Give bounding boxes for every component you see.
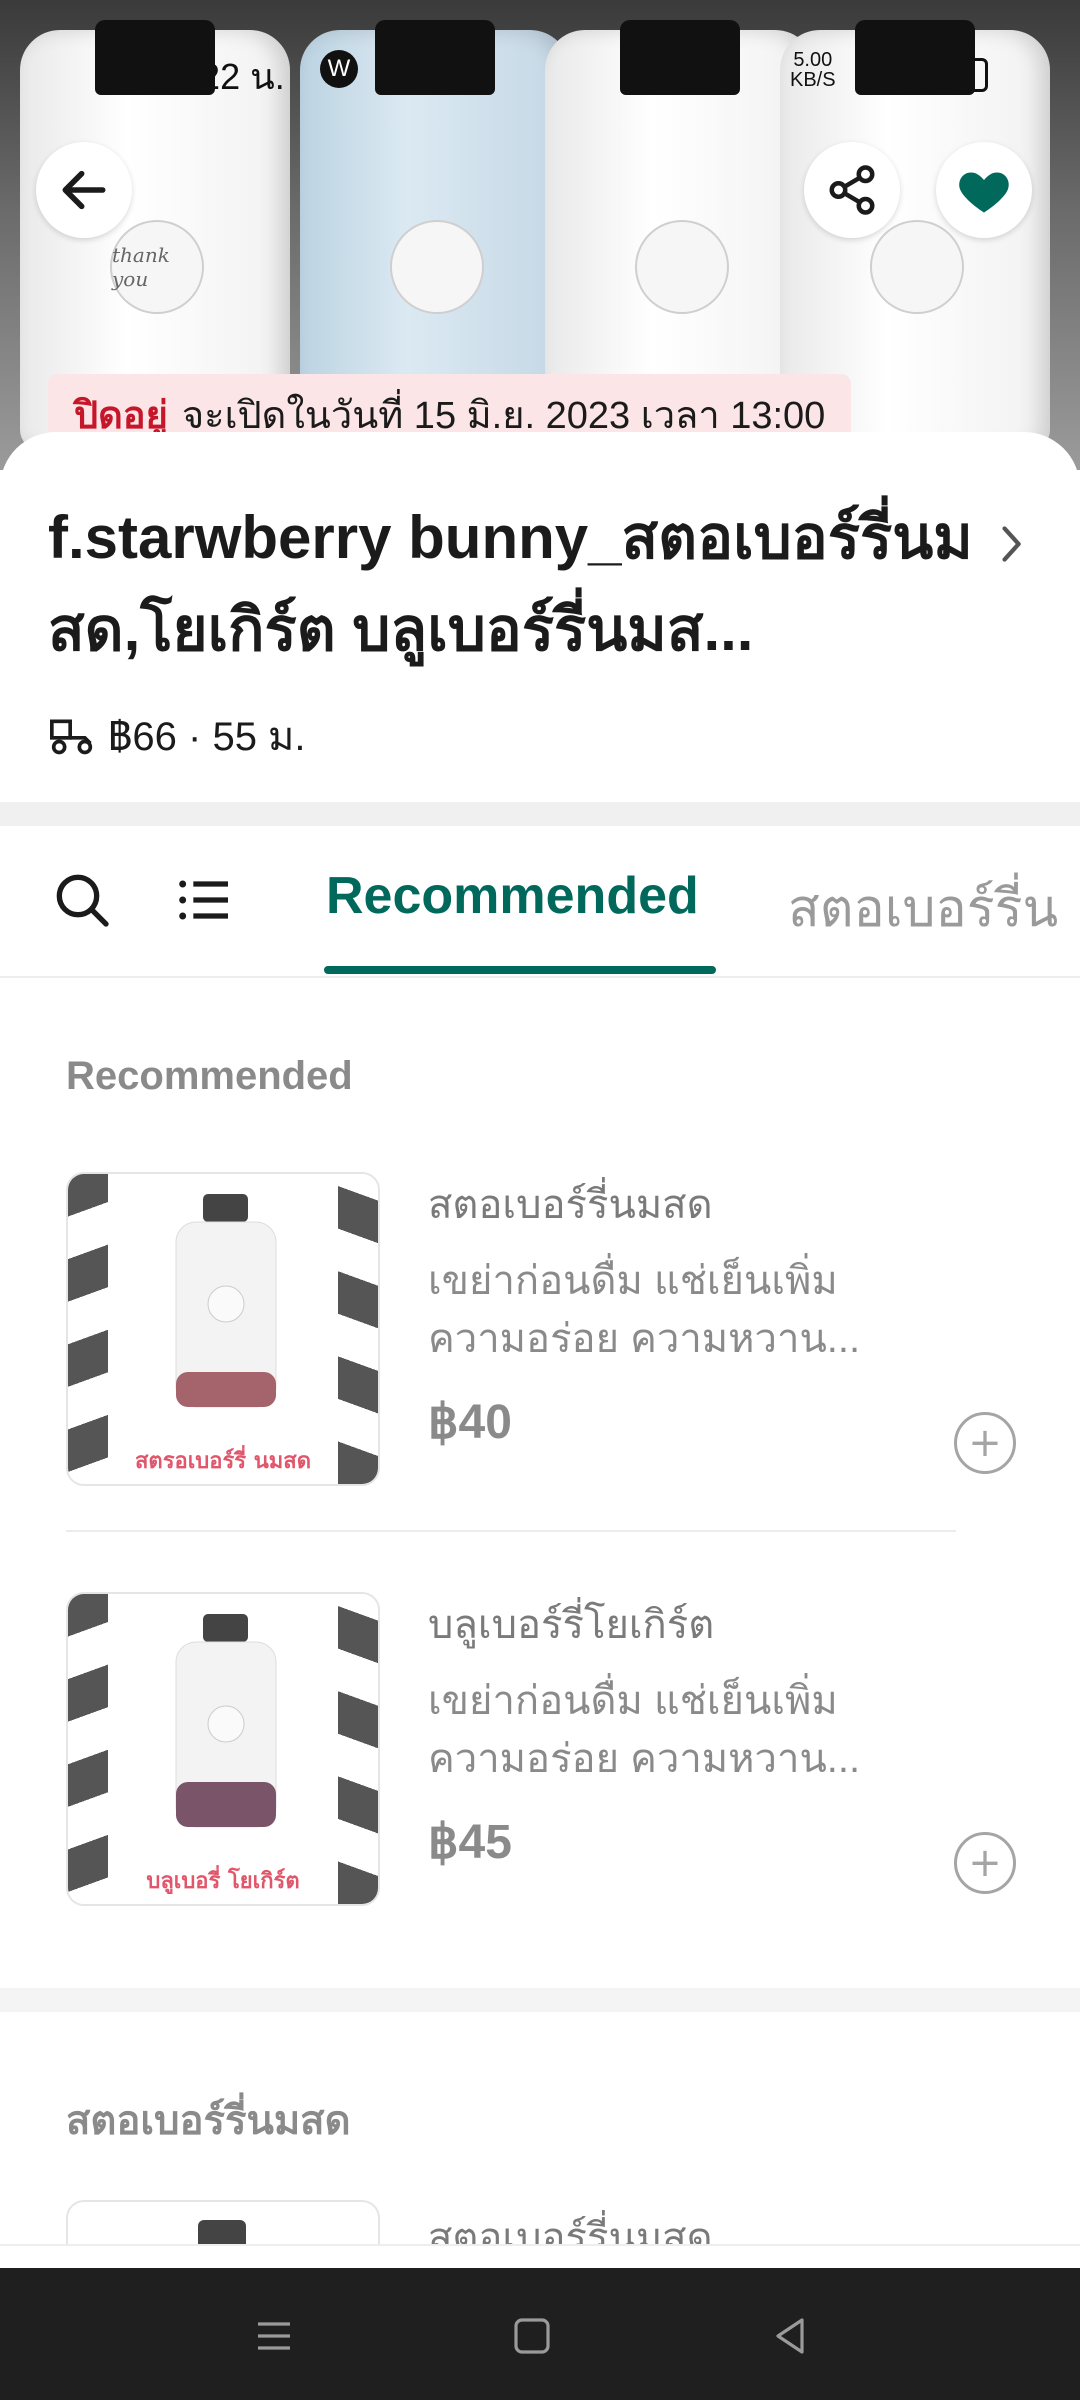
- item-image: บลูเบอรี่ โยเกิร์ต: [66, 1592, 380, 1906]
- tab-recommended[interactable]: Recommended: [326, 866, 699, 926]
- system-nav-bar: [0, 2268, 1080, 2400]
- menu-list-icon[interactable]: [172, 868, 236, 932]
- delivery-fee-time: ฿66 · 55 ม.: [108, 715, 306, 759]
- section-divider: [0, 1988, 1080, 2012]
- menu-nav-icon[interactable]: [250, 2312, 298, 2360]
- item-image-label: สตรอเบอร์รี่ นมสด: [135, 1449, 311, 1474]
- heart-icon: [959, 172, 1009, 213]
- section-title: Recommended: [66, 1054, 353, 1098]
- delivery-scooter-icon: [50, 719, 93, 755]
- item-separator: [66, 1530, 956, 1532]
- item-description: เขย่าก่อนดื่ม แช่เย็นเพิ่ม ความอร่อย ควา…: [428, 1679, 861, 1781]
- section-divider: [0, 802, 1080, 826]
- active-tab-indicator: [324, 966, 716, 974]
- app-badge-icon: W: [320, 50, 358, 88]
- item-price: ฿40: [428, 1396, 512, 1449]
- chevron-right-icon[interactable]: [996, 520, 1030, 568]
- menu-tabs: Recommended สตอเบอร์รี่น: [0, 826, 1080, 978]
- favorite-button[interactable]: [936, 142, 1032, 238]
- item-name: บลูเบอร์รี่โยเกิร์ต: [428, 1603, 715, 1647]
- plus-icon: +: [968, 1420, 1002, 1466]
- home-nav-icon[interactable]: [508, 2312, 556, 2360]
- share-icon: [829, 165, 875, 215]
- search-icon[interactable]: [50, 868, 114, 932]
- item-name: สตอเบอร์รี่นมสด: [428, 1183, 713, 1227]
- status-time: 02:22 น.: [150, 56, 285, 97]
- delivery-info: ฿66 · 55 ม.: [48, 704, 306, 768]
- thank-you-sticker: thank you: [110, 220, 204, 314]
- tab-strawberry-milk[interactable]: สตอเบอร์รี่น: [788, 866, 1058, 949]
- menu-item[interactable]: สตรอเบอร์รี่ นมสด สตอเบอร์รี่นมสด เขย่าก…: [66, 1172, 1026, 1486]
- net-speed: 5.00 KB/S: [790, 49, 836, 91]
- add-to-cart-button[interactable]: +: [954, 1832, 1016, 1894]
- item-price: ฿45: [428, 1816, 512, 1869]
- arrow-left-icon: [62, 170, 106, 210]
- status-bar: 02:22 น. W 5.00 KB/S: [0, 40, 1080, 100]
- back-nav-icon[interactable]: [766, 2312, 814, 2360]
- plus-icon: +: [968, 1840, 1002, 1886]
- add-to-cart-button[interactable]: +: [954, 1412, 1016, 1474]
- store-hero-image: thank you 02:22 น. W 5.00 KB/S ปิดอยู่ จ…: [0, 0, 1080, 470]
- item-description: เขย่าก่อนดื่ม แช่เย็นเพิ่ม ความอร่อย ควา…: [428, 1259, 861, 1361]
- item-image-label: บลูเบอรี่ โยเกิร์ต: [146, 1869, 300, 1894]
- store-sheet: f.starwberry bunny_สตอเบอร์รี่นมสด,โยเกิ…: [0, 432, 1080, 2232]
- battery-icon: [920, 58, 988, 92]
- menu-item[interactable]: บลูเบอรี่ โยเกิร์ต บลูเบอร์รี่โยเกิร์ต เ…: [66, 1592, 1026, 1906]
- share-button[interactable]: [804, 142, 900, 238]
- section-title: สตอเบอร์รี่นมสด: [66, 2099, 351, 2143]
- item-image: สตรอเบอร์รี่ นมสด: [66, 1172, 380, 1486]
- store-title[interactable]: f.starwberry bunny_สตอเบอร์รี่นมสด,โยเกิ…: [48, 492, 988, 676]
- back-button[interactable]: [36, 142, 132, 238]
